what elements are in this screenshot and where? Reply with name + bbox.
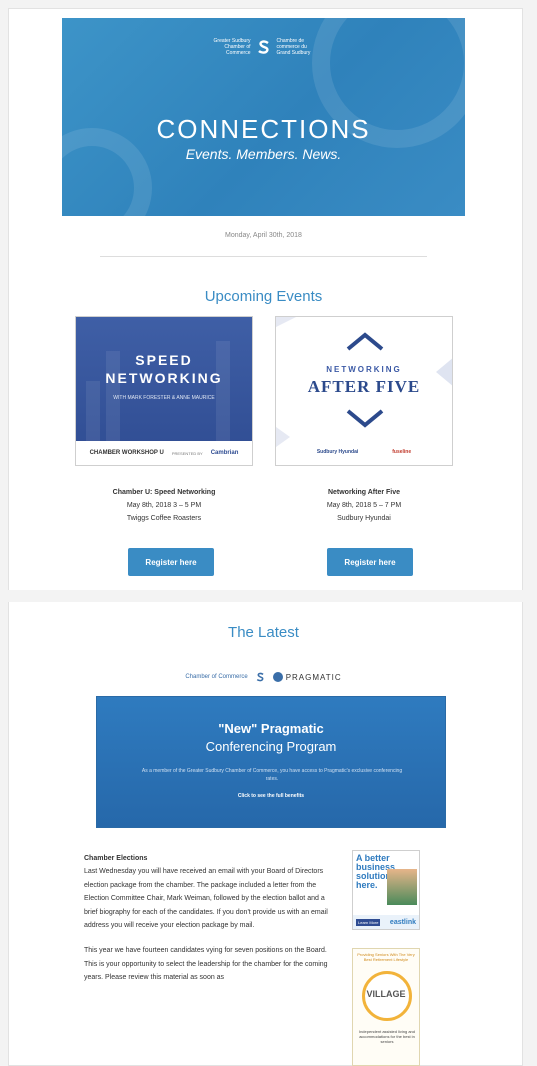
event-location: Twiggs Coffee Roasters: [126, 515, 202, 522]
chamber-s-icon: [257, 40, 269, 54]
ad-brand: eastlink: [389, 918, 416, 926]
event-image-title-top: NETWORKING: [326, 365, 402, 374]
chamber-logo: Greater Sudbury Chamber of Commerce Cham…: [62, 38, 465, 56]
ad-photo: [387, 869, 417, 905]
article-paragraph: Last Wednesday you will have received an…: [84, 868, 328, 930]
building-silhouette: [86, 381, 100, 441]
event-image-title: SPEED NETWORKING: [105, 352, 223, 386]
village-ad[interactable]: Providing Seniors With The Very Best Ret…: [352, 948, 420, 1066]
event-date: May 8th, 2018 3 – 5 PM: [126, 502, 202, 509]
register-button-speed-networking[interactable]: Register here: [128, 548, 214, 576]
pragmatic-logo-text: PRAGMATIC: [285, 672, 342, 682]
ad-logo: VILLAGE: [366, 989, 406, 999]
issue-date: Monday, April 30th, 2018: [225, 232, 302, 239]
ad-body: Independent assisted living and accommod…: [358, 1029, 416, 1044]
banner-subtitle: Conferencing Program: [205, 739, 337, 754]
presented-by: PRESENTED BY: [171, 450, 203, 456]
logo-text-french: Chambre de commerce du Grand Sudbury: [276, 38, 311, 56]
ad-footer: Learn More eastlink: [353, 915, 419, 929]
upcoming-events-heading: Upcoming Events: [204, 288, 323, 305]
partner-logos: Chamber of Commerce PRAGMATIC: [62, 672, 465, 682]
logo-text-english: Greater Sudbury Chamber of Commerce: [213, 38, 251, 56]
eastlink-ad[interactable]: A better business solution is here. Lear…: [352, 850, 420, 930]
register-button-networking-after-five[interactable]: Register here: [327, 548, 413, 576]
newsletter-tagline: Events. Members. News.: [185, 146, 342, 162]
pragmatic-logo: PRAGMATIC: [272, 672, 342, 682]
article-heading: Chamber Elections: [84, 855, 148, 862]
sponsor-right: fuseline: [392, 449, 412, 455]
chamber-logo-small: Chamber of Commerce: [185, 674, 248, 680]
event-image-networking-after-five[interactable]: NETWORKING AFTER FIVE Sudbury Hyundai fu…: [275, 316, 453, 466]
newsletter-header: Greater Sudbury Chamber of Commerce Cham…: [62, 18, 465, 216]
divider: [100, 256, 427, 257]
sponsor-left: CHAMBER WORKSHOP U: [89, 450, 164, 456]
newsletter-title: CONNECTIONS: [156, 114, 371, 144]
article-paragraph: This year we have fourteen candidates vy…: [84, 947, 328, 982]
ad-tagline: Providing Seniors With The Very Best Ret…: [357, 952, 415, 962]
section-separator: [8, 590, 523, 602]
ad-learn-more-button[interactable]: Learn More: [356, 918, 381, 926]
banner-title: "New" Pragmatic: [218, 721, 324, 736]
event-image-subtitle: WITH MARK FORESTER & ANNE MAURICE: [113, 395, 215, 401]
event-date: May 8th, 2018 5 – 7 PM: [326, 502, 402, 509]
event-details: Networking After Five May 8th, 2018 5 – …: [275, 486, 453, 525]
the-latest-heading: The Latest: [228, 624, 299, 641]
event-name: Chamber U: Speed Networking: [112, 489, 216, 496]
event-sponsor-bar: CHAMBER WORKSHOP U PRESENTED BY Cambrian: [76, 441, 252, 465]
event-name: Networking After Five: [327, 489, 401, 496]
banner-text: As a member of the Greater Sudbury Chamb…: [141, 768, 403, 782]
event-image-title-main: AFTER FIVE: [307, 377, 421, 396]
pragmatic-banner[interactable]: "New" Pragmatic Conferencing Program As …: [96, 696, 446, 828]
sponsor-left: Sudbury Hyundai: [316, 449, 359, 455]
event-sponsor-bar: Sudbury Hyundai fuseline: [276, 449, 452, 455]
event-image-speed-networking[interactable]: SPEED NETWORKING WITH MARK FORESTER & AN…: [75, 316, 253, 466]
article-chamber-elections: Chamber Elections Last Wednesday you wil…: [84, 852, 334, 997]
sponsor-right: Cambrian: [210, 450, 239, 456]
pragmatic-mark-icon: [272, 672, 283, 682]
banner-cta-link[interactable]: Click to see the full benefits: [97, 793, 445, 799]
chamber-s-icon: [256, 672, 264, 682]
event-location: Sudbury Hyundai: [337, 515, 391, 522]
event-details: Chamber U: Speed Networking May 8th, 201…: [75, 486, 253, 525]
